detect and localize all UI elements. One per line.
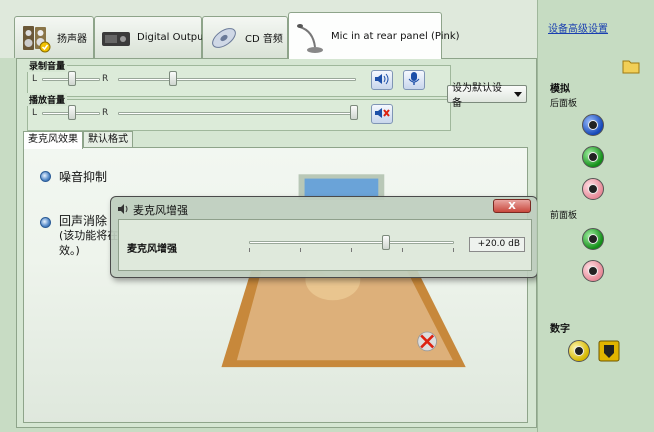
noise-suppression-option[interactable]: 噪音抑制 xyxy=(40,168,107,185)
front-green-jack[interactable] xyxy=(582,228,604,250)
radio-indicator xyxy=(40,171,51,182)
echo-note-line2: 效。) xyxy=(59,244,80,257)
rear-green-jack[interactable] xyxy=(582,146,604,168)
microphone-icon xyxy=(295,21,325,53)
speaker-icon xyxy=(21,23,51,53)
playback-volume-group: L R xyxy=(27,99,451,131)
tab-label: Mic in at rear panel (Pink) xyxy=(331,30,460,42)
device-tab-strip: 扬声器 Digital Output CD 音频 Mic in at rear … xyxy=(0,0,537,59)
mic-boost-track xyxy=(249,241,454,244)
tab-default-format[interactable]: 默认格式 xyxy=(83,131,133,148)
left-label: L xyxy=(32,74,38,84)
mic-boost-label: 麦克风增强 xyxy=(127,244,177,255)
tab-label: 扬声器 xyxy=(57,34,87,45)
dialog-title: 麦克风增强 xyxy=(133,204,188,217)
slider-tick xyxy=(300,248,301,252)
record-monitor-button[interactable] xyxy=(403,70,425,90)
digital-output-icon xyxy=(101,23,131,53)
record-volume-title: 录制音量 xyxy=(27,59,68,72)
muted-speaker-icon xyxy=(417,331,437,352)
rear-blue-jack[interactable] xyxy=(582,114,604,136)
optical-port-icon[interactable] xyxy=(598,340,620,365)
record-mute-button[interactable] xyxy=(371,70,393,90)
front-panel-label: 前面板 xyxy=(550,211,578,221)
tab-label: 麦克风效果 xyxy=(28,134,78,145)
playback-mute-button[interactable] xyxy=(371,104,393,124)
digital-heading: 数字 xyxy=(550,324,570,335)
tab-mic-effects[interactable]: 麦克风效果 xyxy=(23,131,83,149)
right-label: R xyxy=(102,108,109,118)
tab-digital-output[interactable]: Digital Output xyxy=(94,16,207,58)
close-button[interactable]: X xyxy=(493,199,531,213)
dialog-body: 麦克风增强 +20.0 dB xyxy=(118,219,532,271)
rear-panel-label: 后面板 xyxy=(550,99,578,109)
tab-cd-audio[interactable]: CD 音频 xyxy=(202,16,288,58)
playback-volume-track xyxy=(118,112,356,115)
record-volume-slider[interactable] xyxy=(169,71,178,86)
tab-mic-rear-panel[interactable]: Mic in at rear panel (Pink) xyxy=(288,12,460,59)
microphone-icon xyxy=(406,71,422,90)
record-volume-track xyxy=(118,78,356,81)
front-pink-jack[interactable] xyxy=(582,260,604,282)
speaker-volume-icon xyxy=(374,72,390,89)
tab-label: CD 音频 xyxy=(245,34,283,45)
mic-boost-slider[interactable] xyxy=(382,235,391,250)
mic-boost-dialog: 麦克风增强 X 麦克风增强 +20.0 dB xyxy=(110,196,538,278)
mic-boost-value: +20.0 dB xyxy=(469,237,525,252)
set-default-device-label: 设为默认设备 xyxy=(452,83,502,109)
record-volume-group: L R xyxy=(27,65,451,97)
slider-tick xyxy=(402,248,403,252)
speaker-icon xyxy=(117,203,130,218)
left-label: L xyxy=(32,108,38,118)
record-balance-slider[interactable] xyxy=(68,71,76,86)
tab-label: 默认格式 xyxy=(88,134,128,145)
advanced-settings-link[interactable]: 设备高级设置 xyxy=(548,20,608,35)
playback-volume-slider[interactable] xyxy=(350,105,358,120)
mic-boost-ticks xyxy=(249,248,454,253)
rear-pink-jack[interactable] xyxy=(582,178,604,200)
slider-tick xyxy=(351,248,352,252)
close-icon: X xyxy=(508,200,516,212)
right-label: R xyxy=(102,74,109,84)
folder-icon[interactable] xyxy=(622,58,640,77)
playback-balance-slider[interactable] xyxy=(68,105,76,120)
slider-tick xyxy=(453,248,454,252)
tab-label: Digital Output xyxy=(137,32,208,43)
radio-indicator xyxy=(40,217,51,228)
analog-heading: 模拟 xyxy=(550,84,570,95)
digital-coax-jack[interactable] xyxy=(568,340,590,362)
slider-tick xyxy=(249,248,250,252)
tab-speakers[interactable]: 扬声器 xyxy=(14,16,94,58)
chevron-down-icon xyxy=(514,91,522,97)
speaker-muted-icon xyxy=(374,106,390,123)
connector-panel: 设备高级设置 模拟 后面板 前面板 数字 xyxy=(537,0,654,432)
playback-volume-title: 播放音量 xyxy=(27,93,68,106)
set-default-device-button[interactable]: 设为默认设备 xyxy=(447,83,527,109)
monitor-screen xyxy=(304,178,379,198)
cd-audio-icon xyxy=(209,23,239,53)
